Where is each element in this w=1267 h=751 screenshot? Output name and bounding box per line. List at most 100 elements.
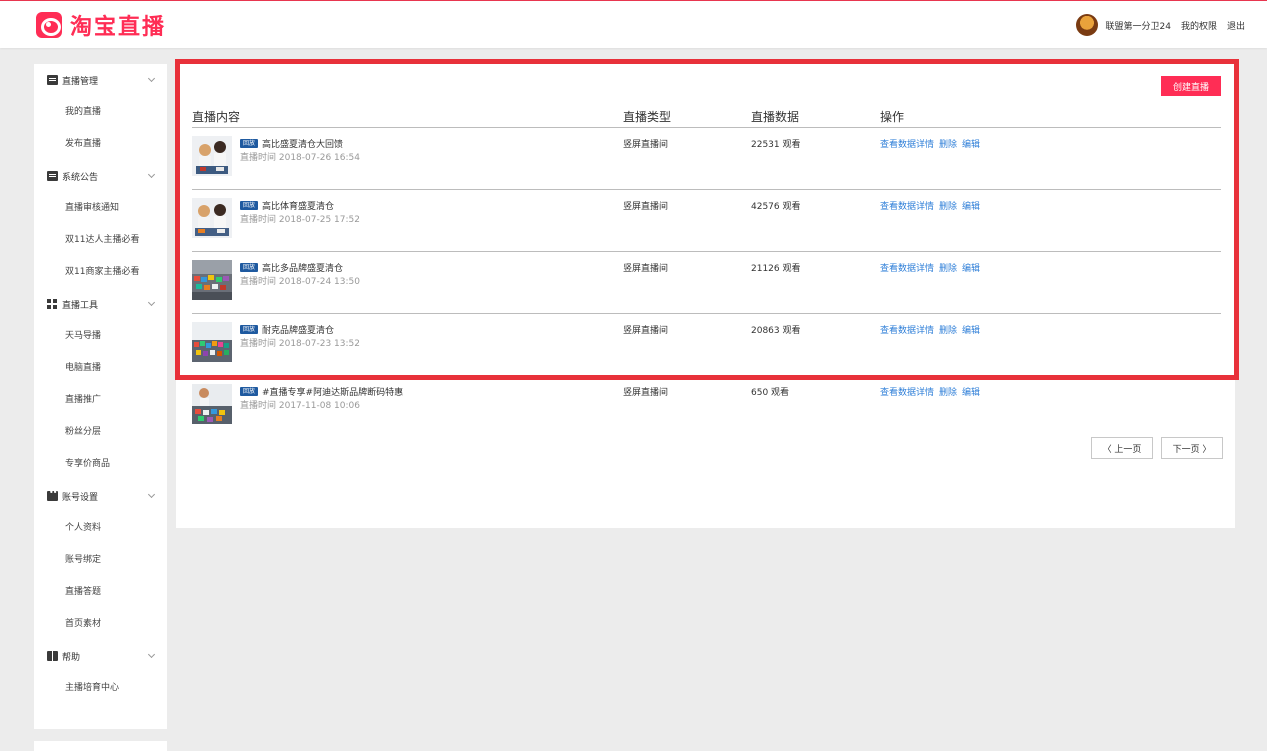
live-title[interactable]: 高比盛夏清仓大回馈 — [262, 137, 343, 150]
delete-link[interactable]: 删除 — [939, 264, 957, 274]
sidebar-item-my-live[interactable]: 我的直播 — [34, 96, 167, 128]
sidebar-group-label: 账号设置 — [62, 492, 99, 503]
username[interactable]: 联盟第一分卫24 — [1106, 19, 1171, 32]
live-thumbnail[interactable] — [192, 260, 232, 300]
taobao-live-logo[interactable]: 淘宝直播 — [36, 10, 166, 40]
sidebar-item-tianma[interactable]: 天马导播 — [34, 320, 167, 352]
row-actions: 查看数据详情 删除 编辑 — [880, 199, 985, 212]
live-time: 直播时间 2018-07-24 13:50 — [240, 277, 360, 287]
replay-tag: 回放 — [240, 139, 258, 148]
sidebar-group-account-settings[interactable]: 账号设置 — [34, 480, 167, 512]
replay-tag: 回放 — [240, 325, 258, 334]
sidebar-group-label: 系统公告 — [62, 172, 99, 183]
sidebar-item-review-notice[interactable]: 直播审核通知 — [34, 192, 167, 224]
view-details-link[interactable]: 查看数据详情 — [880, 326, 934, 336]
avatar[interactable] — [1075, 14, 1098, 36]
sidebar-item-double11-talent[interactable]: 双11达人主播必看 — [34, 224, 167, 256]
column-header-type: 直播类型 — [623, 110, 672, 124]
live-views: 650 观看 — [751, 388, 790, 398]
column-header-actions: 操作 — [880, 110, 905, 124]
live-views: 22531 观看 — [751, 140, 801, 150]
sidebar-item-publish-live[interactable]: 发布直播 — [34, 128, 167, 160]
sidebar-item-pc-live[interactable]: 电脑直播 — [34, 352, 167, 384]
delete-link[interactable]: 删除 — [939, 140, 957, 150]
live-views: 42576 观看 — [751, 202, 801, 212]
sidebar-secondary-panel — [34, 741, 167, 751]
document-icon — [47, 75, 58, 85]
table-row: 回放 高比盛夏清仓大回馈 直播时间 2018-07-26 16:54 竖屏直播间… — [192, 128, 1221, 190]
row-actions: 查看数据详情 删除 编辑 — [880, 261, 985, 274]
grid-icon — [47, 299, 58, 309]
sidebar-item-anchor-training[interactable]: 主播培育中心 — [34, 672, 167, 704]
delete-link[interactable]: 删除 — [939, 326, 957, 336]
live-thumbnail[interactable] — [192, 136, 232, 176]
sidebar-group-label: 直播工具 — [62, 300, 99, 311]
edit-link[interactable]: 编辑 — [962, 388, 980, 398]
table-row: 回放 耐克品牌盛夏清仓 直播时间 2018-07-23 13:52 竖屏直播间 … — [192, 314, 1221, 376]
view-details-link[interactable]: 查看数据详情 — [880, 140, 934, 150]
delete-link[interactable]: 删除 — [939, 202, 957, 212]
sidebar-item-account-binding[interactable]: 账号绑定 — [34, 544, 167, 576]
view-details-link[interactable]: 查看数据详情 — [880, 202, 934, 212]
replay-tag: 回放 — [240, 387, 258, 396]
sidebar-item-exclusive-products[interactable]: 专享价商品 — [34, 448, 167, 480]
view-details-link[interactable]: 查看数据详情 — [880, 264, 934, 274]
row-actions: 查看数据详情 删除 编辑 — [880, 323, 985, 336]
my-permissions-link[interactable]: 我的权限 — [1181, 19, 1217, 32]
table-row: 回放 高比多品牌盛夏清仓 直播时间 2018-07-24 13:50 竖屏直播间… — [192, 252, 1221, 314]
sidebar: 直播管理 我的直播 发布直播 系统公告 直播审核通知 双11达人主播必看 双11… — [34, 64, 167, 729]
live-type: 竖屏直播间 — [623, 140, 669, 150]
delete-link[interactable]: 删除 — [939, 388, 957, 398]
live-thumbnail[interactable] — [192, 198, 232, 238]
live-type: 竖屏直播间 — [623, 264, 669, 274]
live-thumbnail[interactable] — [192, 384, 232, 424]
logo-text: 淘宝直播 — [70, 15, 167, 40]
live-type: 竖屏直播间 — [623, 388, 669, 398]
chevron-down-icon — [147, 170, 156, 179]
chevron-down-icon — [147, 74, 156, 83]
logout-link[interactable]: 退出 — [1227, 19, 1245, 32]
sidebar-group-live-tools[interactable]: 直播工具 — [34, 288, 167, 320]
live-views: 20863 观看 — [751, 326, 801, 336]
live-thumbnail[interactable] — [192, 322, 232, 362]
row-actions: 查看数据详情 删除 编辑 — [880, 385, 985, 398]
view-details-link[interactable]: 查看数据详情 — [880, 388, 934, 398]
column-header-content: 直播内容 — [192, 110, 241, 124]
live-type: 竖屏直播间 — [623, 202, 669, 212]
live-type: 竖屏直播间 — [623, 326, 669, 336]
live-views: 21126 观看 — [751, 264, 801, 274]
live-time: 直播时间 2018-07-23 13:52 — [240, 339, 360, 349]
account-icon — [47, 488, 58, 501]
sidebar-item-double11-merchant[interactable]: 双11商家主播必看 — [34, 256, 167, 288]
sidebar-group-label: 直播管理 — [62, 76, 99, 87]
live-title[interactable]: 高比体育盛夏清仓 — [262, 199, 334, 212]
sidebar-group-label: 帮助 — [62, 652, 81, 663]
chevron-down-icon — [147, 650, 156, 659]
sidebar-item-homepage-assets[interactable]: 首页素材 — [34, 608, 167, 640]
sidebar-group-help[interactable]: 帮助 — [34, 640, 167, 672]
edit-link[interactable]: 编辑 — [962, 202, 980, 212]
sidebar-item-live-quiz[interactable]: 直播答题 — [34, 576, 167, 608]
column-header-data: 直播数据 — [751, 110, 800, 124]
live-title[interactable]: #直播专享#阿迪达斯品牌断码特惠 — [262, 385, 403, 398]
book-icon — [47, 651, 58, 661]
top-bar: 淘宝直播 联盟第一分卫24 我的权限 退出 — [0, 0, 1267, 48]
live-time: 直播时间 2017-11-08 10:06 — [240, 401, 360, 411]
prev-page-button[interactable]: 〈 上一页 — [1091, 437, 1153, 459]
table-row: 回放 #直播专享#阿迪达斯品牌断码特惠 直播时间 2017-11-08 10:0… — [192, 376, 1221, 438]
table-header: 直播内容 直播类型 直播数据 操作 — [192, 108, 1221, 128]
create-live-button[interactable]: 创建直播 — [1161, 76, 1221, 96]
edit-link[interactable]: 编辑 — [962, 140, 980, 150]
replay-tag: 回放 — [240, 201, 258, 210]
sidebar-item-fan-tiers[interactable]: 粉丝分层 — [34, 416, 167, 448]
edit-link[interactable]: 编辑 — [962, 326, 980, 336]
live-title[interactable]: 耐克品牌盛夏清仓 — [262, 323, 334, 336]
live-time: 直播时间 2018-07-26 16:54 — [240, 153, 360, 163]
live-title[interactable]: 高比多品牌盛夏清仓 — [262, 261, 343, 274]
sidebar-item-live-promotion[interactable]: 直播推广 — [34, 384, 167, 416]
next-page-button[interactable]: 下一页 〉 — [1161, 437, 1223, 459]
sidebar-group-live-management[interactable]: 直播管理 — [34, 64, 167, 96]
sidebar-item-profile[interactable]: 个人资料 — [34, 512, 167, 544]
edit-link[interactable]: 编辑 — [962, 264, 980, 274]
sidebar-group-announcements[interactable]: 系统公告 — [34, 160, 167, 192]
